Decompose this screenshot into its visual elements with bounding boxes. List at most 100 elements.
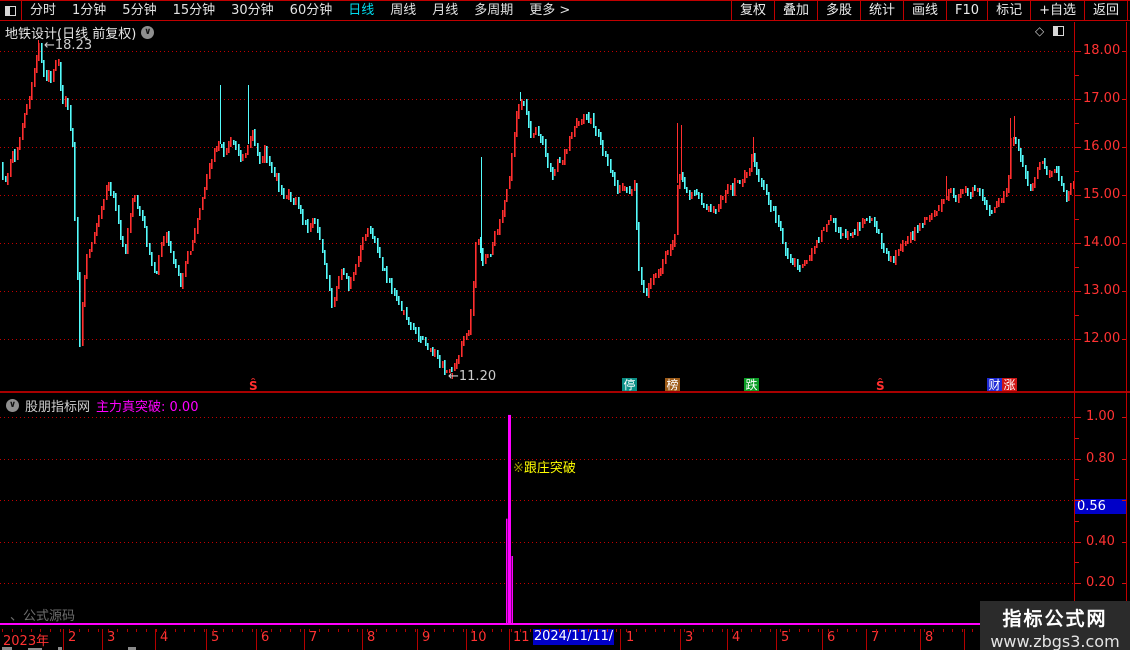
tool-button-1[interactable]: 叠加 [773,1,817,20]
timeline-minor-tick [568,629,569,632]
tool-button-8[interactable]: 返回 [1083,1,1128,20]
timeline-minor-tick [31,629,32,632]
axis-tick [1075,219,1079,220]
timeline-minor-tick [530,629,531,632]
axis-tick [1075,583,1081,584]
period-tab-7[interactable]: 周线 [382,1,424,20]
tool-button-3[interactable]: 统计 [860,1,903,20]
axis-tick [1075,479,1079,480]
candlestick-canvas[interactable] [0,40,1074,392]
timeline-minor-tick [520,629,521,632]
timeline[interactable]: 2024/11/11/— 2023年2345678910111345678 [0,629,1130,650]
timeline-minor-tick [50,629,51,632]
star-icon: ※ [513,461,524,476]
indicator-axis-label: 0.20 [1086,575,1115,590]
tool-button-2[interactable]: 多股 [816,1,860,20]
timeline-minor-tick [453,629,454,632]
timeline-minor-tick [328,629,329,632]
timeline-month-label: 4 [732,630,741,645]
period-tab-0[interactable]: 分时 [22,1,64,20]
timeline-divider [822,629,823,646]
period-tab-9[interactable]: 多周期 [466,1,521,20]
timeline-minor-tick [904,629,905,632]
axis-tick [1075,438,1079,439]
timeline-month-label: 8 [367,630,376,645]
selected-date-tag: 2024/11/11/— [533,629,614,650]
timeline-minor-tick [693,629,694,632]
timeline-minor-tick [895,629,896,632]
period-tab-4[interactable]: 30分钟 [223,1,282,20]
timeline-divider [466,629,467,646]
period-tab-3[interactable]: 15分钟 [165,1,224,20]
tool-button-4[interactable]: 画线 [903,1,946,20]
title-corner-icons: ◇ [1035,25,1065,37]
signal-marker-label: ※跟庄突破 [513,461,576,476]
timeline-minor-tick [434,629,435,632]
timeline-bottom-tick [304,646,305,650]
tool-button-7[interactable]: +自选 [1030,1,1084,20]
timeline-minor-tick [405,629,406,632]
axis-tick [1075,521,1079,522]
timeline-minor-tick [703,629,704,632]
timeline-divider [63,629,64,646]
timeline-minor-tick [309,629,310,632]
tool-button-5[interactable]: F10 [946,1,987,20]
timeline-minor-tick [367,629,368,632]
timeline-minor-tick [540,629,541,632]
timeline-minor-tick [40,629,41,632]
price-axis-label: 12.00 [1083,331,1121,346]
timeline-minor-tick [799,629,800,632]
price-axis-label: 16.00 [1083,139,1121,154]
tools-menu: 复权 叠加 多股 统计 画线 F10 标记 +自选 返回 [730,1,1128,20]
timeline-bottom-tick [206,646,207,650]
timeline-minor-tick [962,629,963,632]
period-tab-2[interactable]: 5分钟 [114,1,164,20]
timeline-month-label: 9 [422,630,431,645]
tool-button-0[interactable]: 复权 [730,1,774,20]
timeline-minor-tick [818,629,819,632]
period-tab-1[interactable]: 1分钟 [64,1,114,20]
timeline-minor-tick [60,629,61,632]
timeline-minor-tick [2,629,3,632]
period-tab-5[interactable]: 60分钟 [282,1,341,20]
timeline-divider [776,629,777,646]
period-tab-6[interactable]: 日线 [340,1,382,20]
top-toolbar: 分时 1分钟 5分钟 15分钟 30分钟 60分钟 日线 周线 月线 多周期 更多 > 复权 叠加 多股… [0,0,1130,21]
timeline-minor-tick [684,629,685,632]
timeline-bottom-tick [866,646,867,650]
axis-tick [1122,500,1126,501]
timeline-minor-tick [933,629,934,632]
timeline-minor-tick [578,629,579,632]
period-tab-8[interactable]: 月线 [424,1,466,20]
tool-button-6[interactable]: 标记 [987,1,1030,20]
timeline-minor-tick [616,629,617,632]
chevron-down-icon[interactable]: ∨ [141,26,155,39]
timeline-bottom-tick [466,646,467,650]
timeline-bottom-tick [964,646,965,650]
axis-tick [1075,459,1081,460]
indicator-chevron-icon[interactable]: ∨ [6,399,19,412]
timeline-divider [362,629,363,646]
tdx-chart-window: 分时 1分钟 5分钟 15分钟 30分钟 60分钟 日线 周线 月线 多周期 更多 > 复权 叠加 多股… [0,0,1130,650]
timeline-divider [727,629,728,646]
timeline-minor-tick [607,629,608,632]
timeline-minor-tick [396,629,397,632]
timeline-minor-tick [204,629,205,632]
timeline-minor-tick [108,629,109,632]
formula-source-note[interactable]: 、公式源码 [10,605,75,624]
split-view-icon[interactable] [1053,26,1065,36]
axis-tick [1122,542,1126,543]
period-tab-10[interactable]: 更多 > [521,1,578,20]
timeline-minor-tick [21,629,22,632]
timeline-minor-tick [117,629,118,632]
axis-border-line [1074,22,1075,646]
timeline-month-label: 2 [68,630,77,645]
window-icon-box[interactable] [0,1,22,20]
axis-tick [1122,417,1126,418]
timeline-minor-tick [789,629,790,632]
pane-divider[interactable] [0,391,1130,393]
diamond-icon[interactable]: ◇ [1035,25,1044,37]
indicator-canvas[interactable] [0,412,1074,627]
timeline-minor-tick [348,629,349,632]
timeline-bottom-tick [920,646,921,650]
